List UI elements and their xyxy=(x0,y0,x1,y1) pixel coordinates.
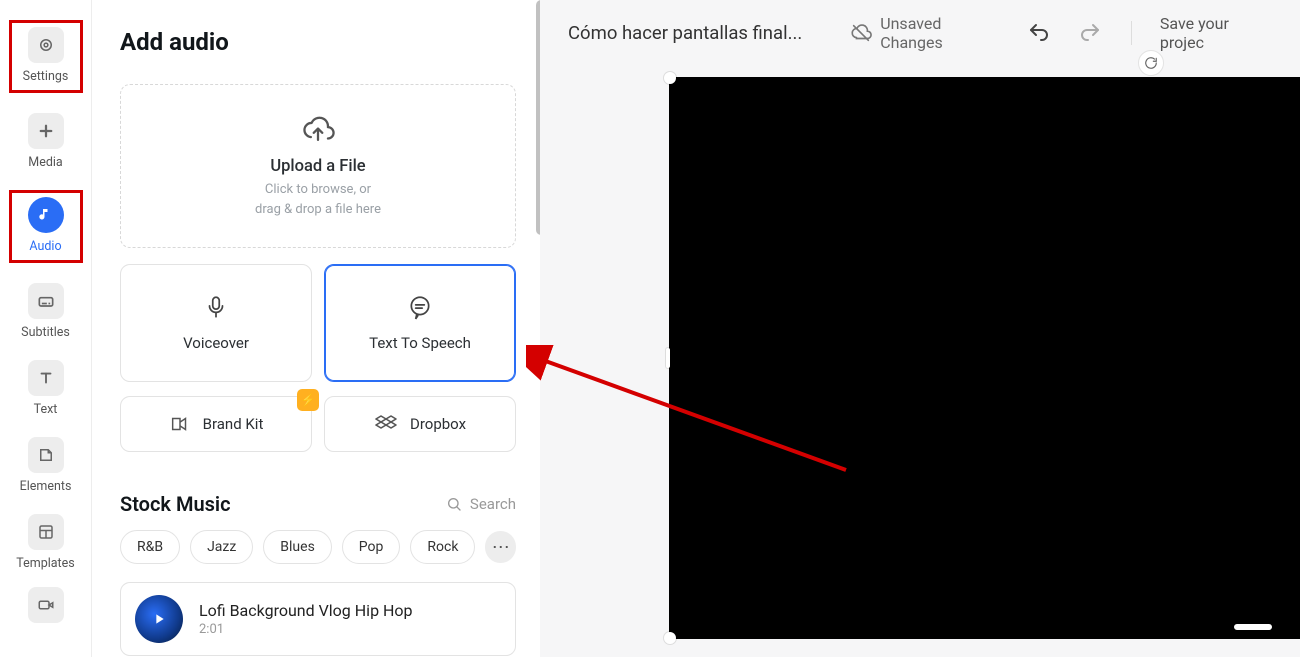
cloud-upload-icon xyxy=(301,113,335,147)
genre-chip[interactable]: R&B xyxy=(120,530,180,564)
sticker-icon xyxy=(28,437,64,473)
sidebar-item-label: Media xyxy=(28,155,62,170)
sidebar-item-record[interactable] xyxy=(0,587,91,623)
stock-track-item[interactable]: Lofi Background Vlog Hip Hop 2:01 xyxy=(120,582,516,656)
upload-subtitle: Click to browse, ordrag & drop a file he… xyxy=(255,180,381,219)
sidebar-item-templates[interactable]: Templates xyxy=(0,514,91,571)
toolbar-divider xyxy=(1131,21,1132,45)
video-stage[interactable] xyxy=(540,66,1300,657)
cloud-off-icon xyxy=(850,22,872,44)
speech-bubble-icon xyxy=(407,294,433,320)
genre-chip-row: R&B Jazz Blues Pop Rock ⋯ xyxy=(120,530,516,564)
upload-title: Upload a File xyxy=(270,157,365,176)
editor-canvas: Cómo hacer pantallas final... Unsaved Ch… xyxy=(540,0,1300,657)
undo-button[interactable] xyxy=(1025,19,1052,47)
tile-label: Brand Kit xyxy=(203,415,264,433)
stock-search[interactable]: Search xyxy=(446,495,516,513)
lightning-badge-icon: ⚡ xyxy=(297,389,319,411)
sidebar-item-elements[interactable]: Elements xyxy=(0,437,91,494)
resize-handle-top-left[interactable] xyxy=(664,72,676,84)
dropbox-tile[interactable]: Dropbox xyxy=(324,396,516,452)
palette-icon xyxy=(169,413,191,435)
track-duration: 2:01 xyxy=(199,622,413,637)
sidebar-item-media[interactable]: Media xyxy=(0,113,91,170)
video-preview[interactable] xyxy=(670,78,1300,638)
tile-label: Text To Speech xyxy=(369,334,471,352)
sidebar-item-subtitles[interactable]: Subtitles xyxy=(0,283,91,340)
sidebar-item-audio[interactable]: Audio xyxy=(9,190,83,263)
genre-chip[interactable]: Jazz xyxy=(190,530,253,564)
resize-handle-mid-left[interactable] xyxy=(666,348,670,368)
play-thumbnail[interactable] xyxy=(135,595,183,643)
stock-music-heading: Stock Music xyxy=(120,492,231,516)
tile-label: Dropbox xyxy=(410,415,466,433)
search-icon xyxy=(446,496,462,512)
gear-icon xyxy=(28,27,64,63)
microphone-icon xyxy=(203,294,229,320)
sidebar-item-label: Subtitles xyxy=(21,325,70,340)
sidebar-item-label: Templates xyxy=(16,556,74,571)
sidebar-item-settings[interactable]: Settings xyxy=(9,20,83,93)
text-to-speech-tile[interactable]: Text To Speech xyxy=(324,264,516,382)
ellipsis-icon: ⋯ xyxy=(492,537,510,558)
sidebar-item-label: Audio xyxy=(29,239,61,254)
resize-handle-bottom-bar[interactable] xyxy=(1234,624,1272,630)
more-chips-button[interactable]: ⋯ xyxy=(485,531,516,563)
redo-button[interactable] xyxy=(1076,19,1103,47)
save-project-button[interactable]: Save your projec xyxy=(1160,14,1272,52)
dropbox-icon xyxy=(374,412,398,436)
genre-chip[interactable]: Rock xyxy=(410,530,475,564)
upload-dropzone[interactable]: Upload a File Click to browse, ordrag & … xyxy=(120,84,516,248)
resize-handle-bottom-left[interactable] xyxy=(664,632,676,644)
sidebar-item-label: Elements xyxy=(20,479,72,494)
genre-chip[interactable]: Pop xyxy=(342,530,401,564)
search-label: Search xyxy=(470,495,516,513)
track-title: Lofi Background Vlog Hip Hop xyxy=(199,601,413,620)
sidebar-item-label: Settings xyxy=(23,69,69,84)
brand-kit-tile[interactable]: ⚡ Brand Kit xyxy=(120,396,312,452)
sidebar-item-text[interactable]: Text xyxy=(0,360,91,417)
sidebar-item-label: Text xyxy=(34,402,58,417)
music-note-icon xyxy=(28,197,64,233)
unsaved-status: Unsaved Changes xyxy=(850,14,1001,52)
text-icon xyxy=(28,360,64,396)
audio-panel: Add audio Upload a File Click to browse,… xyxy=(92,0,540,657)
layout-icon xyxy=(28,514,64,550)
camera-icon xyxy=(28,587,64,623)
tile-label: Voiceover xyxy=(183,334,249,352)
subtitles-icon xyxy=(28,283,64,319)
panel-title: Add audio xyxy=(120,28,516,56)
canvas-toolbar: Cómo hacer pantallas final... Unsaved Ch… xyxy=(540,0,1300,66)
project-title[interactable]: Cómo hacer pantallas final... xyxy=(568,22,802,44)
app-sidebar: Settings Media Audio Subtitles Text xyxy=(0,0,92,657)
plus-icon xyxy=(28,113,64,149)
genre-chip[interactable]: Blues xyxy=(263,530,332,564)
voiceover-tile[interactable]: Voiceover xyxy=(120,264,312,382)
